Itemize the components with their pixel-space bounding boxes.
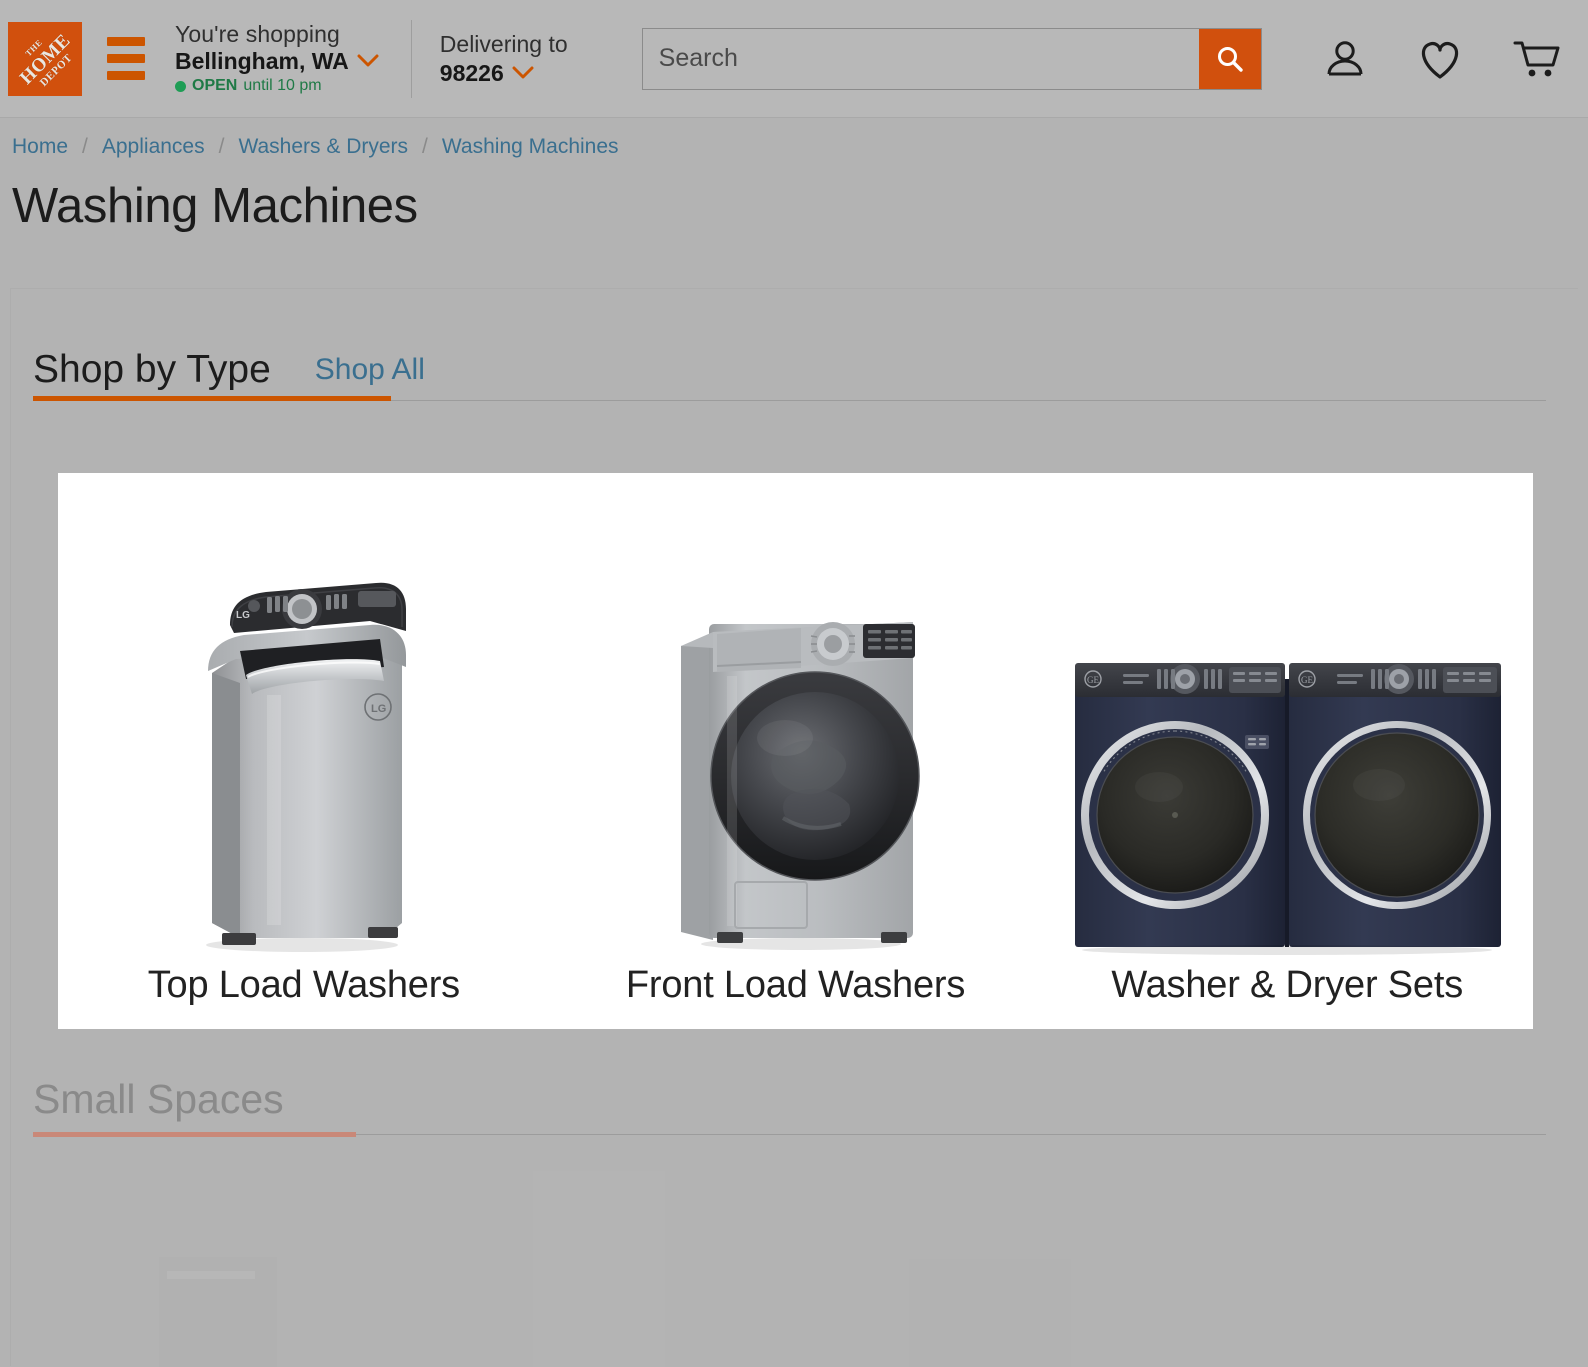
ghost-placeholder-4 [1309,1267,1451,1367]
tab-bar: Shop by Type Shop All [33,341,1546,401]
category-tile-label: Front Load Washers [625,964,966,1007]
search-bar [641,27,1262,90]
store-hours-status: OPEN until 10 pm [175,76,379,95]
breadcrumb-item-washing-machines[interactable]: Washing Machines [442,135,619,159]
delivering-to-label: Delivering to [439,31,568,58]
category-tile-label: Washer & Dryer Sets [1111,964,1463,1007]
zip-dropdown[interactable]: 98226 [439,59,568,86]
store-name-dropdown[interactable]: Bellingham, WA [175,47,379,74]
chevron-down-icon [357,54,379,68]
svg-text:LG: LG [371,703,386,715]
delivery-selector[interactable]: Delivering to 98226 [440,32,568,84]
store-status: OPEN [192,76,238,94]
hamburger-bar-1 [107,37,145,46]
open-status-dot-icon [175,80,186,92]
hamburger-bar-2 [107,54,145,63]
top-load-washer-image: LG LG [58,473,550,965]
shop-by-type-card[interactable]: LG LG Top Load Washers Front Load Washer… [58,473,1533,1029]
tab-active-indicator [33,396,391,401]
breadcrumb-separator: / [82,135,88,158]
breadcrumb-item-washers-dryers[interactable]: Washers & Dryers [238,135,408,159]
delivery-zip: 98226 [439,59,504,86]
section-small-spaces: Small Spaces [33,1079,1546,1137]
chevron-down-icon [512,66,534,80]
washer-dryer-set-image: GE GE [1041,473,1533,965]
section-small-spaces-rule [33,1132,1546,1137]
category-content-panel: Shop by Type Shop All LG LG Top Load Was… [10,288,1579,1367]
ghost-placeholder-2 [533,1171,665,1367]
logo-art: THE HOME DEPOT [8,22,82,96]
search-input[interactable] [642,28,1199,89]
svg-text:LG: LG [236,610,250,621]
shopping-label: You're shopping [175,21,340,48]
tab-shop-by-type[interactable]: Shop by Type [33,350,271,401]
header-divider [410,19,412,98]
breadcrumb-item-appliances[interactable]: Appliances [102,135,205,159]
ghost-placeholder-1 [159,1257,277,1367]
svg-text:GE: GE [1301,675,1313,685]
ghost-placeholder-3 [909,1259,1071,1367]
search-button[interactable] [1198,28,1261,89]
site-header: THE HOME DEPOT You're shopping Bellingha… [0,0,1588,118]
hamburger-bar-3 [107,71,145,80]
account-person-icon[interactable] [1322,36,1368,82]
home-depot-logo[interactable]: THE HOME DEPOT [8,21,82,96]
breadcrumb-separator: / [422,135,428,158]
page-title: Washing Machines [12,179,418,233]
header-icon-group [1322,36,1562,82]
store-name: Bellingham, WA [175,47,349,74]
heart-icon[interactable] [1416,37,1464,81]
search-icon [1215,44,1245,74]
breadcrumb-separator: / [218,135,225,158]
svg-text:GE: GE [1087,675,1099,685]
category-tile-label: Top Load Washers [147,964,460,1007]
store-hours: until 10 pm [243,76,322,94]
tab-shop-all[interactable]: Shop All [315,355,425,401]
category-tile-front-load-washers[interactable]: Front Load Washers [550,473,1042,1029]
store-selector[interactable]: You're shopping Bellingham, WA OPEN unti… [175,22,379,94]
shopping-cart-icon[interactable] [1512,37,1562,81]
breadcrumb: Home / Appliances / Washers & Dryers / W… [0,118,1588,176]
small-spaces-loading-row [11,1169,1579,1367]
category-tile-top-load-washers[interactable]: LG LG Top Load Washers [58,473,550,1029]
section-small-spaces-title[interactable]: Small Spaces [33,1079,1546,1134]
hamburger-menu-icon[interactable] [107,37,145,80]
front-load-washer-image [550,473,1042,965]
section-small-spaces-indicator [33,1132,356,1137]
category-tile-washer-dryer-sets[interactable]: GE GE Washer & Dryer Sets [1041,473,1533,1029]
breadcrumb-item-home[interactable]: Home [12,135,68,159]
